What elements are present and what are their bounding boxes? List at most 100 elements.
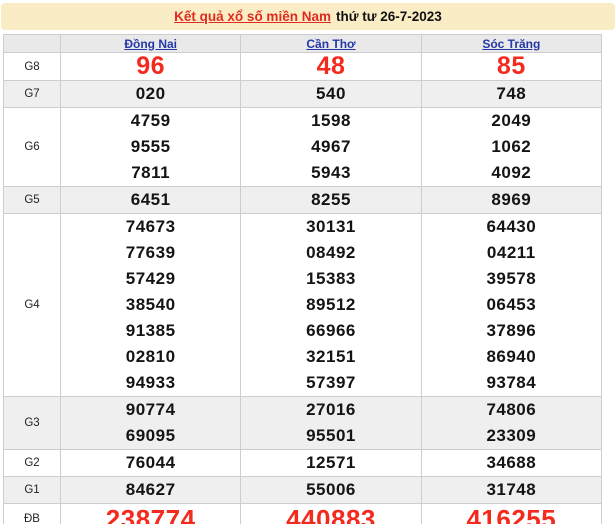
prize-number: 95501 — [241, 423, 420, 449]
prize-numbers-cell: 74673776395742938540913850281094933 — [61, 214, 241, 397]
prize-row-g7: G7020540748 — [4, 81, 602, 108]
prize-numbers-cell: 48 — [241, 53, 421, 81]
prize-number: 020 — [61, 81, 240, 107]
prize-numbers-cell: 475995557811 — [61, 108, 241, 187]
prize-number: 12571 — [241, 450, 420, 476]
prize-number: 8969 — [422, 187, 601, 213]
prize-number: 86940 — [422, 344, 601, 370]
prize-numbers-cell: 238774 — [61, 504, 241, 524]
prize-number: 93784 — [422, 370, 601, 396]
results-title-link[interactable]: Kết quả xổ số miền Nam — [174, 9, 331, 24]
prize-number: 1062 — [422, 134, 601, 160]
province-link-soc-trang[interactable]: Sóc Trăng — [482, 37, 540, 51]
prize-label: G7 — [4, 81, 61, 108]
prize-numbers-cell: 9077469095 — [61, 397, 241, 450]
prize-number: 2049 — [422, 108, 601, 134]
prize-numbers-cell: 12571 — [241, 450, 421, 477]
prize-row-g4: G474673776395742938540913850281094933301… — [4, 214, 602, 397]
prize-numbers-cell: 7480623309 — [421, 397, 601, 450]
prize-number: 416255 — [422, 504, 601, 524]
prize-number: 69095 — [61, 423, 240, 449]
prize-label: G6 — [4, 108, 61, 187]
province-link-dong-nai[interactable]: Đồng Nai — [124, 37, 177, 51]
prize-number: 15383 — [241, 266, 420, 292]
prize-number: 74673 — [61, 214, 240, 240]
prize-number: 57429 — [61, 266, 240, 292]
prize-column-header — [4, 35, 61, 53]
prize-numbers-cell: 2701695501 — [241, 397, 421, 450]
prize-numbers-cell: 020 — [61, 81, 241, 108]
prize-number: 08492 — [241, 240, 420, 266]
prize-numbers-cell: 85 — [421, 53, 601, 81]
prize-number: 74806 — [422, 397, 601, 423]
prize-row-g2: G2760441257134688 — [4, 450, 602, 477]
prize-row-g3: G3907746909527016955017480623309 — [4, 397, 602, 450]
column-header-can-tho: Cần Thơ — [241, 35, 421, 53]
prize-number: 89512 — [241, 292, 420, 318]
prize-number: 440883 — [241, 504, 420, 524]
prize-numbers-cell: 31748 — [421, 477, 601, 504]
province-link-can-tho[interactable]: Cần Thơ — [306, 37, 355, 51]
prize-row-g1: G1846275500631748 — [4, 477, 602, 504]
prize-number: 7811 — [61, 160, 240, 186]
prize-number: 84627 — [61, 477, 240, 503]
prize-number: 64430 — [422, 214, 601, 240]
prize-number: 77639 — [61, 240, 240, 266]
prize-number: 540 — [241, 81, 420, 107]
prize-number: 96 — [61, 53, 240, 80]
prize-label: ĐB — [4, 504, 61, 524]
prize-number: 76044 — [61, 450, 240, 476]
draw-date-label: thứ tư 26-7-2023 — [336, 9, 442, 24]
column-header-dong-nai: Đồng Nai — [61, 35, 241, 53]
prize-number: 238774 — [61, 504, 240, 524]
prize-number: 55006 — [241, 477, 420, 503]
prize-numbers-cell: 8255 — [241, 187, 421, 214]
prize-number: 66966 — [241, 318, 420, 344]
prize-numbers-cell: 6451 — [61, 187, 241, 214]
prize-number: 34688 — [422, 450, 601, 476]
prize-row-g5: G5645182558969 — [4, 187, 602, 214]
prize-number: 4967 — [241, 134, 420, 160]
prize-number: 32151 — [241, 344, 420, 370]
results-table-body: G8964885G7020540748G64759955578111598496… — [4, 53, 602, 524]
prize-number: 48 — [241, 53, 420, 80]
prize-numbers-cell: 64430042113957806453378968694093784 — [421, 214, 601, 397]
prize-row-đb: ĐB238774440883416255 — [4, 504, 602, 524]
prize-label: G4 — [4, 214, 61, 397]
prize-number: 4092 — [422, 160, 601, 186]
prize-numbers-cell: 30131084921538389512669663215157397 — [241, 214, 421, 397]
prize-number: 8255 — [241, 187, 420, 213]
prize-number: 23309 — [422, 423, 601, 449]
province-header-row: Đồng Nai Cần Thơ Sóc Trăng — [4, 35, 602, 53]
prize-number: 5943 — [241, 160, 420, 186]
prize-number: 39578 — [422, 266, 601, 292]
column-header-soc-trang: Sóc Trăng — [421, 35, 601, 53]
prize-label: G2 — [4, 450, 61, 477]
prize-number: 57397 — [241, 370, 420, 396]
prize-number: 31748 — [422, 477, 601, 503]
prize-number: 91385 — [61, 318, 240, 344]
prize-numbers-cell: 34688 — [421, 450, 601, 477]
prize-number: 38540 — [61, 292, 240, 318]
prize-number: 9555 — [61, 134, 240, 160]
prize-number: 37896 — [422, 318, 601, 344]
prize-numbers-cell: 416255 — [421, 504, 601, 524]
prize-numbers-cell: 204910624092 — [421, 108, 601, 187]
prize-number: 02810 — [61, 344, 240, 370]
prize-label: G5 — [4, 187, 61, 214]
prize-number: 4759 — [61, 108, 240, 134]
prize-row-g8: G8964885 — [4, 53, 602, 81]
prize-numbers-cell: 76044 — [61, 450, 241, 477]
prize-row-g6: G6475995557811159849675943204910624092 — [4, 108, 602, 187]
prize-numbers-cell: 8969 — [421, 187, 601, 214]
prize-numbers-cell: 748 — [421, 81, 601, 108]
results-title-banner: Kết quả xổ số miền Nam thứ tư 26-7-2023 — [1, 3, 615, 30]
prize-number: 94933 — [61, 370, 240, 396]
prize-label: G8 — [4, 53, 61, 81]
prize-label: G3 — [4, 397, 61, 450]
prize-number: 06453 — [422, 292, 601, 318]
prize-number: 1598 — [241, 108, 420, 134]
prize-numbers-cell: 440883 — [241, 504, 421, 524]
prize-numbers-cell: 159849675943 — [241, 108, 421, 187]
prize-numbers-cell: 84627 — [61, 477, 241, 504]
